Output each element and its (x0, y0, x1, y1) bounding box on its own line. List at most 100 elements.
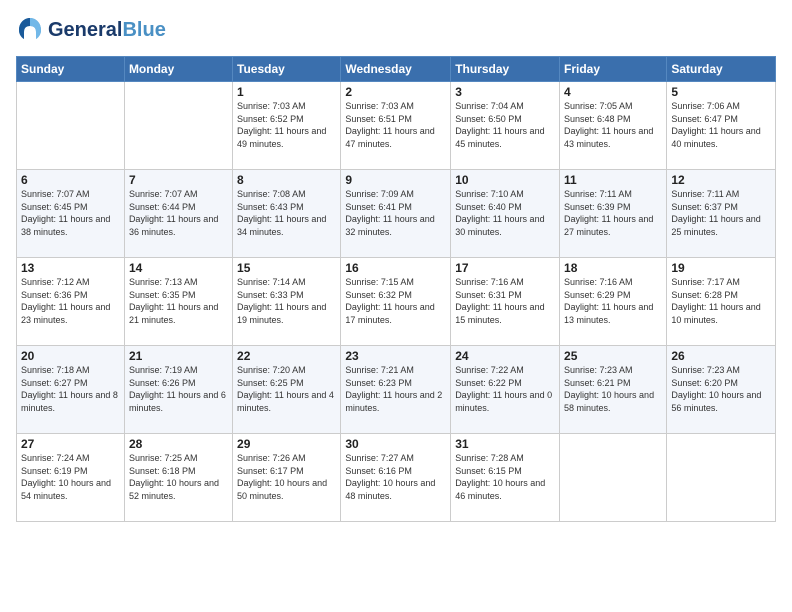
day-info: Sunrise: 7:14 AM Sunset: 6:33 PM Dayligh… (237, 276, 336, 326)
day-info: Sunrise: 7:27 AM Sunset: 6:16 PM Dayligh… (345, 452, 446, 502)
calendar-week-3: 13 Sunrise: 7:12 AM Sunset: 6:36 PM Dayl… (17, 258, 776, 346)
day-number: 20 (21, 349, 120, 363)
day-info: Sunrise: 7:07 AM Sunset: 6:45 PM Dayligh… (21, 188, 120, 238)
calendar-cell: 27 Sunrise: 7:24 AM Sunset: 6:19 PM Dayl… (17, 434, 125, 522)
day-info: Sunrise: 7:24 AM Sunset: 6:19 PM Dayligh… (21, 452, 120, 502)
day-info: Sunrise: 7:03 AM Sunset: 6:51 PM Dayligh… (345, 100, 446, 150)
weekday-header-row: SundayMondayTuesdayWednesdayThursdayFrid… (17, 57, 776, 82)
calendar-cell: 20 Sunrise: 7:18 AM Sunset: 6:27 PM Dayl… (17, 346, 125, 434)
calendar-cell: 7 Sunrise: 7:07 AM Sunset: 6:44 PM Dayli… (124, 170, 232, 258)
calendar-cell: 6 Sunrise: 7:07 AM Sunset: 6:45 PM Dayli… (17, 170, 125, 258)
calendar-cell: 3 Sunrise: 7:04 AM Sunset: 6:50 PM Dayli… (451, 82, 560, 170)
calendar-cell: 4 Sunrise: 7:05 AM Sunset: 6:48 PM Dayli… (560, 82, 667, 170)
logo: GeneralBlue (16, 16, 166, 44)
day-info: Sunrise: 7:25 AM Sunset: 6:18 PM Dayligh… (129, 452, 228, 502)
day-number: 6 (21, 173, 120, 187)
calendar-cell: 12 Sunrise: 7:11 AM Sunset: 6:37 PM Dayl… (667, 170, 776, 258)
calendar-cell (17, 82, 125, 170)
day-info: Sunrise: 7:08 AM Sunset: 6:43 PM Dayligh… (237, 188, 336, 238)
calendar-cell: 26 Sunrise: 7:23 AM Sunset: 6:20 PM Dayl… (667, 346, 776, 434)
day-number: 19 (671, 261, 771, 275)
weekday-header-wednesday: Wednesday (341, 57, 451, 82)
calendar-cell: 24 Sunrise: 7:22 AM Sunset: 6:22 PM Dayl… (451, 346, 560, 434)
day-number: 23 (345, 349, 446, 363)
day-info: Sunrise: 7:05 AM Sunset: 6:48 PM Dayligh… (564, 100, 662, 150)
day-number: 29 (237, 437, 336, 451)
calendar-table: SundayMondayTuesdayWednesdayThursdayFrid… (16, 56, 776, 522)
day-number: 16 (345, 261, 446, 275)
calendar-cell (124, 82, 232, 170)
day-info: Sunrise: 7:28 AM Sunset: 6:15 PM Dayligh… (455, 452, 555, 502)
day-number: 5 (671, 85, 771, 99)
day-info: Sunrise: 7:15 AM Sunset: 6:32 PM Dayligh… (345, 276, 446, 326)
calendar-cell: 29 Sunrise: 7:26 AM Sunset: 6:17 PM Dayl… (233, 434, 341, 522)
day-info: Sunrise: 7:12 AM Sunset: 6:36 PM Dayligh… (21, 276, 120, 326)
calendar-cell: 19 Sunrise: 7:17 AM Sunset: 6:28 PM Dayl… (667, 258, 776, 346)
day-info: Sunrise: 7:03 AM Sunset: 6:52 PM Dayligh… (237, 100, 336, 150)
day-info: Sunrise: 7:21 AM Sunset: 6:23 PM Dayligh… (345, 364, 446, 414)
page-container: GeneralBlue SundayMondayTuesdayWednesday… (0, 0, 792, 530)
calendar-cell (560, 434, 667, 522)
calendar-cell: 8 Sunrise: 7:08 AM Sunset: 6:43 PM Dayli… (233, 170, 341, 258)
calendar-cell: 23 Sunrise: 7:21 AM Sunset: 6:23 PM Dayl… (341, 346, 451, 434)
calendar-cell: 1 Sunrise: 7:03 AM Sunset: 6:52 PM Dayli… (233, 82, 341, 170)
calendar-cell: 28 Sunrise: 7:25 AM Sunset: 6:18 PM Dayl… (124, 434, 232, 522)
calendar-cell (667, 434, 776, 522)
calendar-cell: 11 Sunrise: 7:11 AM Sunset: 6:39 PM Dayl… (560, 170, 667, 258)
day-number: 17 (455, 261, 555, 275)
calendar-week-1: 1 Sunrise: 7:03 AM Sunset: 6:52 PM Dayli… (17, 82, 776, 170)
day-number: 2 (345, 85, 446, 99)
day-number: 18 (564, 261, 662, 275)
day-number: 14 (129, 261, 228, 275)
day-info: Sunrise: 7:23 AM Sunset: 6:20 PM Dayligh… (671, 364, 771, 414)
day-number: 7 (129, 173, 228, 187)
calendar-week-4: 20 Sunrise: 7:18 AM Sunset: 6:27 PM Dayl… (17, 346, 776, 434)
day-info: Sunrise: 7:09 AM Sunset: 6:41 PM Dayligh… (345, 188, 446, 238)
header: GeneralBlue (16, 16, 776, 44)
calendar-cell: 18 Sunrise: 7:16 AM Sunset: 6:29 PM Dayl… (560, 258, 667, 346)
day-info: Sunrise: 7:18 AM Sunset: 6:27 PM Dayligh… (21, 364, 120, 414)
day-info: Sunrise: 7:19 AM Sunset: 6:26 PM Dayligh… (129, 364, 228, 414)
calendar-cell: 5 Sunrise: 7:06 AM Sunset: 6:47 PM Dayli… (667, 82, 776, 170)
weekday-header-saturday: Saturday (667, 57, 776, 82)
day-info: Sunrise: 7:13 AM Sunset: 6:35 PM Dayligh… (129, 276, 228, 326)
day-number: 4 (564, 85, 662, 99)
calendar-week-5: 27 Sunrise: 7:24 AM Sunset: 6:19 PM Dayl… (17, 434, 776, 522)
day-info: Sunrise: 7:06 AM Sunset: 6:47 PM Dayligh… (671, 100, 771, 150)
calendar-cell: 16 Sunrise: 7:15 AM Sunset: 6:32 PM Dayl… (341, 258, 451, 346)
weekday-header-sunday: Sunday (17, 57, 125, 82)
calendar-week-2: 6 Sunrise: 7:07 AM Sunset: 6:45 PM Dayli… (17, 170, 776, 258)
day-info: Sunrise: 7:23 AM Sunset: 6:21 PM Dayligh… (564, 364, 662, 414)
day-info: Sunrise: 7:16 AM Sunset: 6:29 PM Dayligh… (564, 276, 662, 326)
day-number: 30 (345, 437, 446, 451)
day-info: Sunrise: 7:04 AM Sunset: 6:50 PM Dayligh… (455, 100, 555, 150)
day-number: 1 (237, 85, 336, 99)
calendar-cell: 31 Sunrise: 7:28 AM Sunset: 6:15 PM Dayl… (451, 434, 560, 522)
day-number: 21 (129, 349, 228, 363)
day-number: 8 (237, 173, 336, 187)
calendar-cell: 17 Sunrise: 7:16 AM Sunset: 6:31 PM Dayl… (451, 258, 560, 346)
calendar-cell: 25 Sunrise: 7:23 AM Sunset: 6:21 PM Dayl… (560, 346, 667, 434)
weekday-header-monday: Monday (124, 57, 232, 82)
calendar-cell: 2 Sunrise: 7:03 AM Sunset: 6:51 PM Dayli… (341, 82, 451, 170)
day-info: Sunrise: 7:10 AM Sunset: 6:40 PM Dayligh… (455, 188, 555, 238)
day-info: Sunrise: 7:16 AM Sunset: 6:31 PM Dayligh… (455, 276, 555, 326)
day-number: 27 (21, 437, 120, 451)
day-info: Sunrise: 7:11 AM Sunset: 6:37 PM Dayligh… (671, 188, 771, 238)
day-number: 3 (455, 85, 555, 99)
day-number: 22 (237, 349, 336, 363)
calendar-cell: 30 Sunrise: 7:27 AM Sunset: 6:16 PM Dayl… (341, 434, 451, 522)
calendar-cell: 22 Sunrise: 7:20 AM Sunset: 6:25 PM Dayl… (233, 346, 341, 434)
day-info: Sunrise: 7:26 AM Sunset: 6:17 PM Dayligh… (237, 452, 336, 502)
day-number: 26 (671, 349, 771, 363)
calendar-cell: 21 Sunrise: 7:19 AM Sunset: 6:26 PM Dayl… (124, 346, 232, 434)
day-number: 10 (455, 173, 555, 187)
day-info: Sunrise: 7:20 AM Sunset: 6:25 PM Dayligh… (237, 364, 336, 414)
weekday-header-thursday: Thursday (451, 57, 560, 82)
day-number: 13 (21, 261, 120, 275)
day-info: Sunrise: 7:22 AM Sunset: 6:22 PM Dayligh… (455, 364, 555, 414)
day-number: 9 (345, 173, 446, 187)
logo-icon (16, 16, 44, 44)
logo-text: GeneralBlue (48, 19, 166, 42)
day-info: Sunrise: 7:07 AM Sunset: 6:44 PM Dayligh… (129, 188, 228, 238)
